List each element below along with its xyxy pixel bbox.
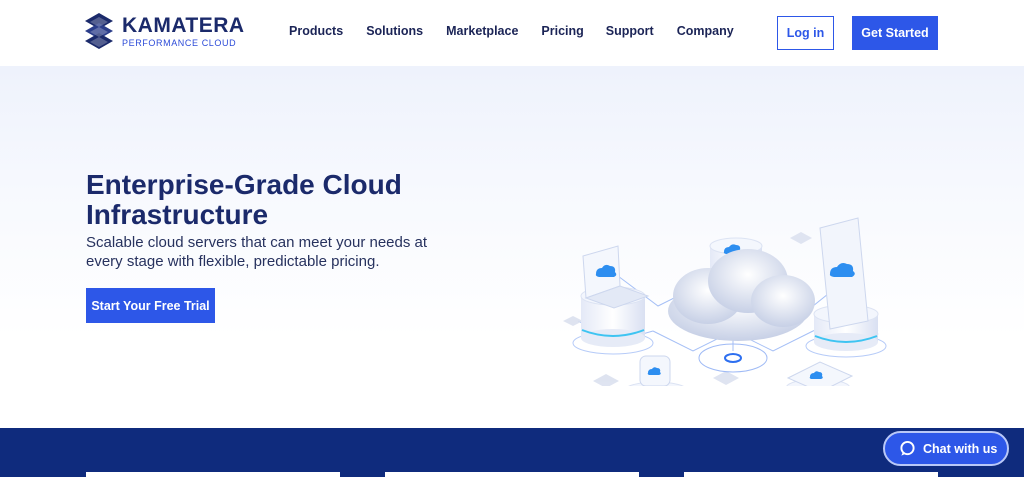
nav-support[interactable]: Support (606, 24, 654, 38)
hero-title: Enterprise-Grade Cloud Infrastructure (86, 169, 402, 230)
feature-card (86, 472, 340, 477)
kamatera-logo[interactable]: KAMATERA PERFORMANCE CLOUD (84, 12, 245, 52)
start-free-trial-button[interactable]: Start Your Free Trial (86, 288, 215, 323)
get-started-button[interactable]: Get Started (852, 16, 938, 50)
main-nav: Products Solutions Marketplace Pricing S… (289, 24, 734, 38)
hero-subtitle: Scalable cloud servers that can meet you… (86, 234, 428, 270)
nav-marketplace[interactable]: Marketplace (446, 24, 518, 38)
chat-label: Chat with us (923, 441, 998, 456)
login-button[interactable]: Log in (777, 16, 834, 50)
hero-section: Enterprise-Grade Cloud Infrastructure Sc… (0, 66, 1024, 428)
chat-button[interactable]: Chat with us (883, 431, 1009, 466)
nav-products[interactable]: Products (289, 24, 343, 38)
brand-name: KAMATERA (122, 14, 245, 37)
features-band (0, 428, 1024, 477)
nav-pricing[interactable]: Pricing (541, 24, 583, 38)
nav-solutions[interactable]: Solutions (366, 24, 423, 38)
nav-company[interactable]: Company (677, 24, 734, 38)
site-header: KAMATERA PERFORMANCE CLOUD Products Solu… (0, 0, 1024, 66)
brand-tagline: PERFORMANCE CLOUD (122, 38, 237, 48)
chat-bubble-icon (900, 440, 915, 456)
feature-card (385, 472, 639, 477)
cloud-network-illustration (563, 217, 887, 386)
kamatera-logo-icon (85, 13, 113, 49)
feature-card (684, 472, 938, 477)
